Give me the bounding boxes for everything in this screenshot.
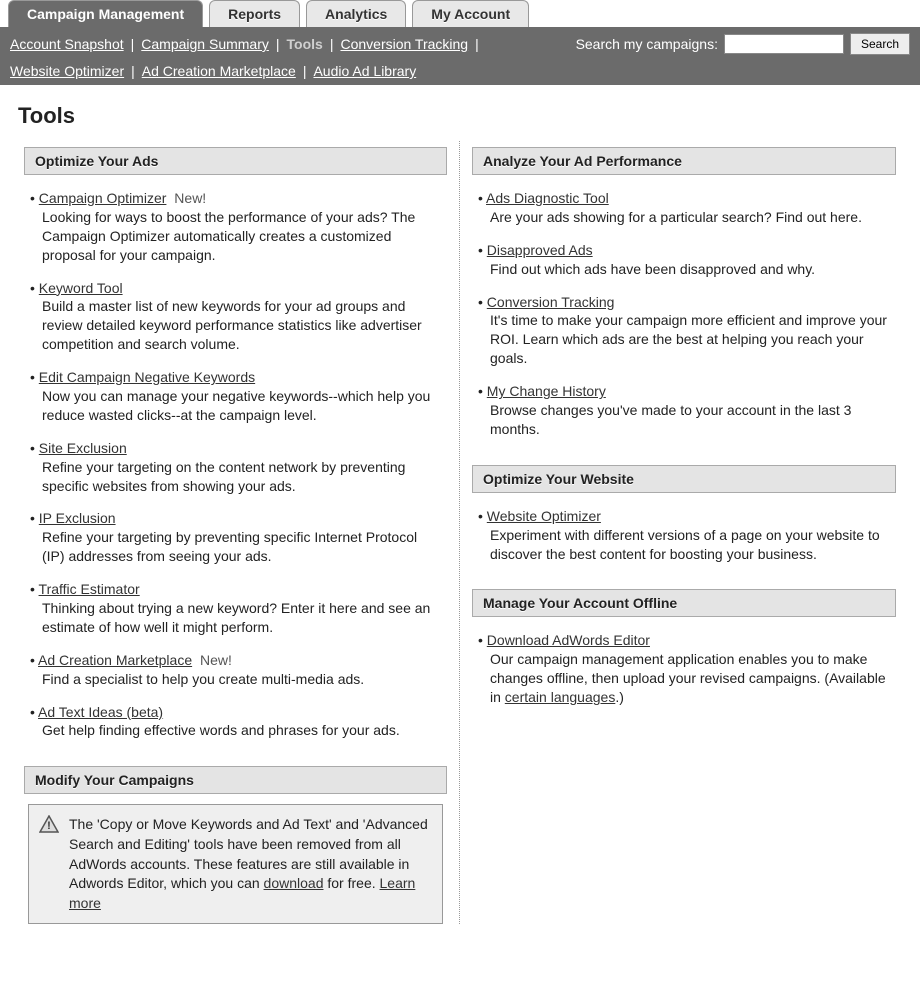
item-desc: Find a specialist to help you create mul…	[42, 670, 443, 689]
list-item: IP Exclusion Refine your targeting by pr…	[28, 503, 443, 574]
item-desc: Build a master list of new keywords for …	[42, 297, 443, 354]
link-keyword-tool[interactable]: Keyword Tool	[39, 280, 123, 296]
desc-text: .)	[615, 689, 624, 705]
analyze-performance-list: Ads Diagnostic Tool Are your ads showing…	[472, 175, 896, 459]
item-desc: Refine your targeting by preventing spec…	[42, 528, 443, 566]
item-desc: Refine your targeting on the content net…	[42, 458, 443, 496]
link-edit-negative-keywords[interactable]: Edit Campaign Negative Keywords	[39, 369, 255, 385]
item-desc: Browse changes you've made to your accou…	[490, 401, 892, 439]
section-optimize-ads: Optimize Your Ads	[24, 147, 447, 175]
left-column: Optimize Your Ads Campaign Optimizer New…	[12, 141, 460, 924]
warning-icon: !	[39, 815, 59, 833]
list-item: Keyword Tool Build a master list of new …	[28, 273, 443, 363]
new-tag: New!	[200, 652, 232, 668]
list-item: Traffic Estimator Thinking about trying …	[28, 574, 443, 645]
item-desc: Our campaign management application enab…	[490, 650, 892, 707]
link-disapproved-ads[interactable]: Disapproved Ads	[487, 242, 593, 258]
item-desc: Looking for ways to boost the performanc…	[42, 208, 443, 265]
section-modify-campaigns: Modify Your Campaigns	[24, 766, 447, 794]
subnav-ad-creation-marketplace[interactable]: Ad Creation Marketplace	[142, 63, 296, 79]
section-manage-offline: Manage Your Account Offline	[472, 589, 896, 617]
subnav-conversion-tracking[interactable]: Conversion Tracking	[340, 36, 468, 52]
link-campaign-optimizer[interactable]: Campaign Optimizer	[39, 190, 167, 206]
right-column: Analyze Your Ad Performance Ads Diagnost…	[460, 141, 908, 924]
main-tabs: Campaign Management Reports Analytics My…	[0, 0, 920, 27]
page-title: Tools	[18, 103, 920, 129]
link-ads-diagnostic[interactable]: Ads Diagnostic Tool	[486, 190, 609, 206]
tab-analytics[interactable]: Analytics	[306, 0, 406, 27]
separator: |	[273, 36, 283, 52]
notice-text: for free.	[323, 875, 379, 891]
link-certain-languages[interactable]: certain languages	[505, 689, 616, 705]
link-conversion-tracking[interactable]: Conversion Tracking	[487, 294, 615, 310]
list-item: Conversion Tracking It's time to make yo…	[476, 287, 892, 377]
search-input[interactable]	[724, 34, 844, 54]
optimize-ads-list: Campaign Optimizer New! Looking for ways…	[24, 175, 447, 760]
removed-tools-notice: ! The 'Copy or Move Keywords and Ad Text…	[28, 804, 443, 924]
tab-my-account[interactable]: My Account	[412, 0, 529, 27]
item-desc: Get help finding effective words and phr…	[42, 721, 443, 740]
separator: |	[300, 63, 310, 79]
separator: |	[472, 36, 482, 52]
item-desc: Now you can manage your negative keyword…	[42, 387, 443, 425]
link-ad-creation-marketplace[interactable]: Ad Creation Marketplace	[38, 652, 192, 668]
separator: |	[128, 36, 138, 52]
svg-text:!: !	[47, 820, 51, 832]
section-analyze-performance: Analyze Your Ad Performance	[472, 147, 896, 175]
link-ad-text-ideas[interactable]: Ad Text Ideas (beta)	[38, 704, 163, 720]
list-item: Site Exclusion Refine your targeting on …	[28, 433, 443, 504]
link-download[interactable]: download	[264, 875, 324, 891]
section-optimize-website: Optimize Your Website	[472, 465, 896, 493]
link-site-exclusion[interactable]: Site Exclusion	[39, 440, 127, 456]
tab-campaign-management[interactable]: Campaign Management	[8, 0, 203, 27]
link-my-change-history[interactable]: My Change History	[487, 383, 606, 399]
list-item: Ad Text Ideas (beta) Get help finding ef…	[28, 697, 443, 749]
optimize-website-list: Website Optimizer Experiment with differ…	[472, 493, 896, 584]
item-desc: It's time to make your campaign more eff…	[490, 311, 892, 368]
list-item: Campaign Optimizer New! Looking for ways…	[28, 183, 443, 273]
link-traffic-estimator[interactable]: Traffic Estimator	[39, 581, 140, 597]
list-item: My Change History Browse changes you've …	[476, 376, 892, 447]
subnav-audio-ad-library[interactable]: Audio Ad Library	[313, 63, 416, 79]
link-ip-exclusion[interactable]: IP Exclusion	[39, 510, 116, 526]
link-website-optimizer[interactable]: Website Optimizer	[487, 508, 601, 524]
item-desc: Thinking about trying a new keyword? Ent…	[42, 599, 443, 637]
manage-offline-list: Download AdWords Editor Our campaign man…	[472, 617, 896, 727]
list-item: Website Optimizer Experiment with differ…	[476, 501, 892, 572]
item-desc: Are your ads showing for a particular se…	[490, 208, 892, 227]
subnav-website-optimizer[interactable]: Website Optimizer	[10, 63, 124, 79]
list-item: Disapproved Ads Find out which ads have …	[476, 235, 892, 287]
subnav-tools-current: Tools	[287, 36, 323, 52]
subnav-campaign-summary[interactable]: Campaign Summary	[141, 36, 269, 52]
list-item: Ads Diagnostic Tool Are your ads showing…	[476, 183, 892, 235]
search-label: Search my campaigns:	[576, 36, 718, 52]
link-download-adwords-editor[interactable]: Download AdWords Editor	[487, 632, 650, 648]
item-desc: Find out which ads have been disapproved…	[490, 260, 892, 279]
separator: |	[128, 63, 138, 79]
list-item: Edit Campaign Negative Keywords Now you …	[28, 362, 443, 433]
search-button[interactable]: Search	[850, 33, 910, 55]
item-desc: Experiment with different versions of a …	[490, 526, 892, 564]
tab-reports[interactable]: Reports	[209, 0, 300, 27]
subnav-account-snapshot[interactable]: Account Snapshot	[10, 36, 124, 52]
separator: |	[327, 36, 337, 52]
list-item: Download AdWords Editor Our campaign man…	[476, 625, 892, 715]
sub-navigation: Account Snapshot| Campaign Summary| Tool…	[0, 27, 920, 85]
list-item: Ad Creation Marketplace New! Find a spec…	[28, 645, 443, 697]
search-campaigns: Search my campaigns: Search	[576, 33, 910, 55]
new-tag: New!	[174, 190, 206, 206]
